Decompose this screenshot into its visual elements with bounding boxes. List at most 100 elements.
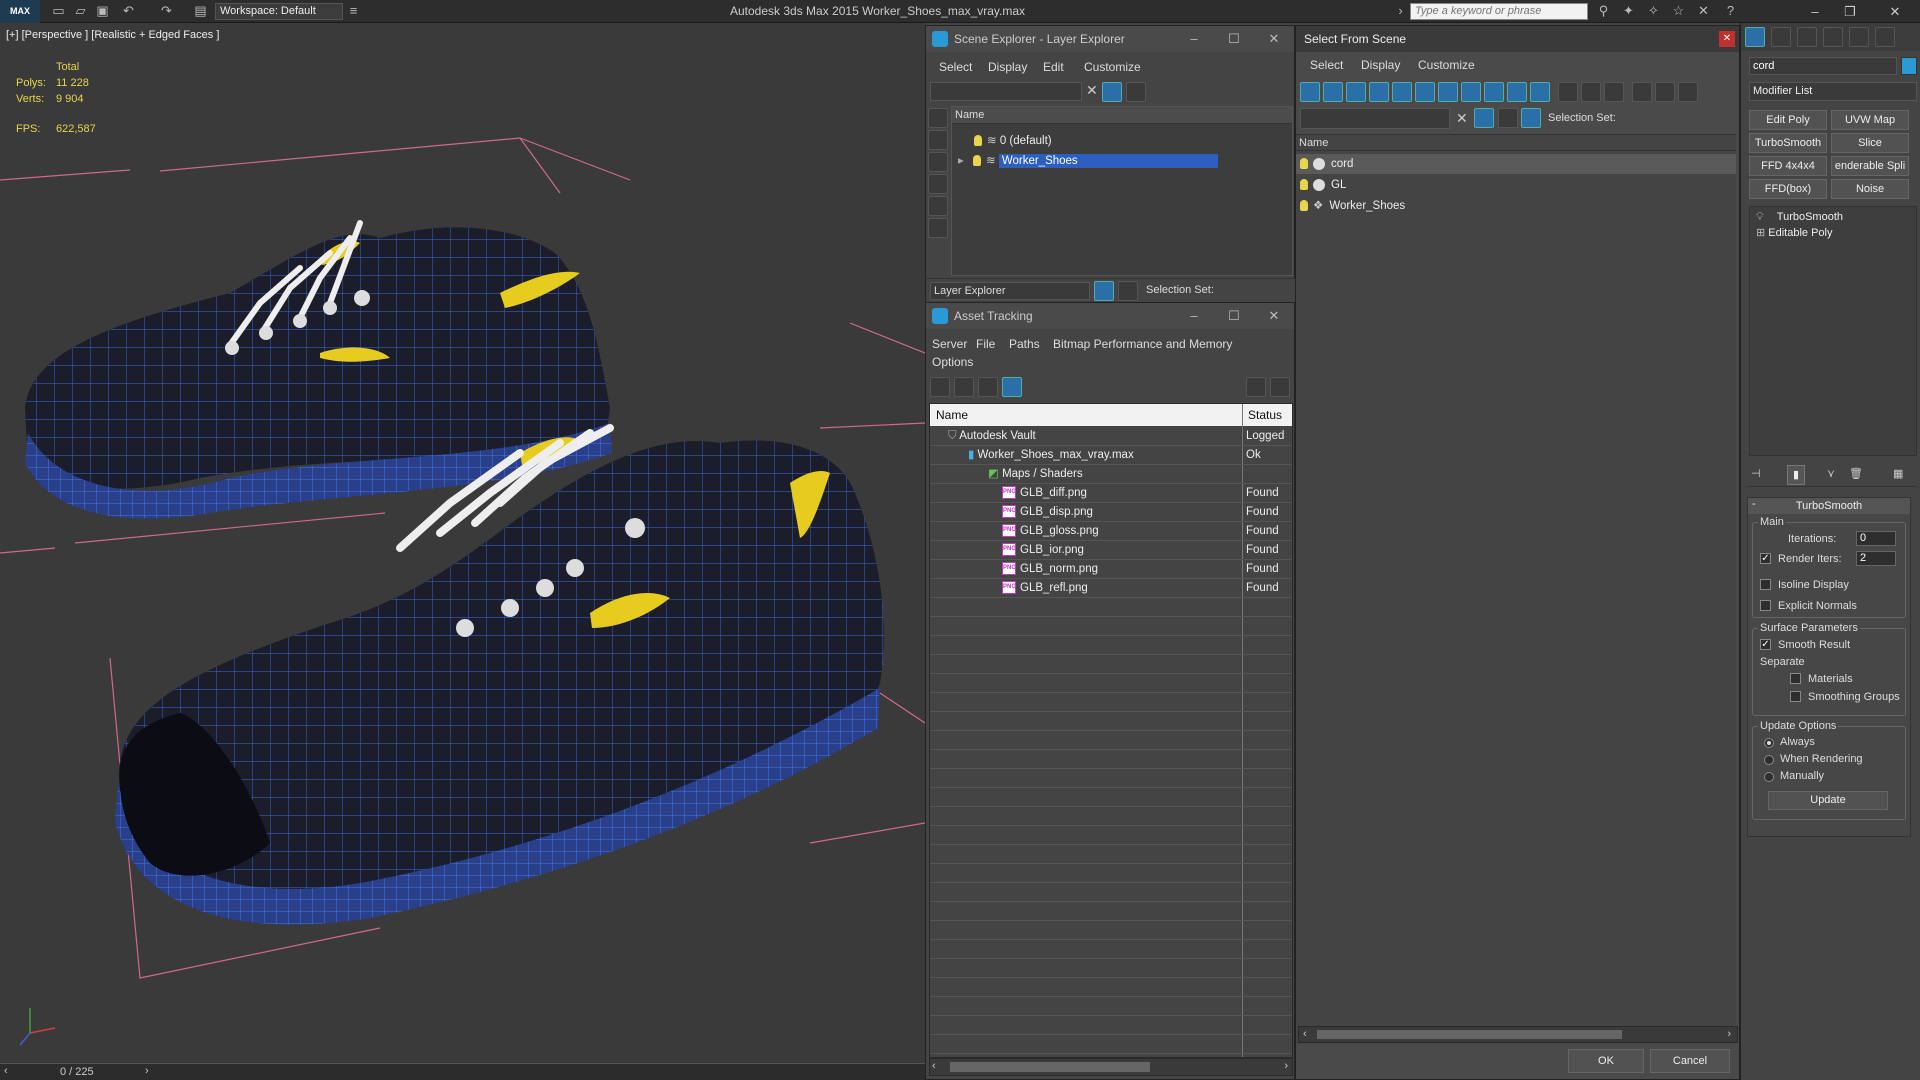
restore-icon[interactable]: ❐ bbox=[1835, 2, 1865, 21]
column-header-name[interactable]: Name bbox=[936, 408, 968, 422]
display-objects-icon[interactable] bbox=[928, 108, 948, 128]
stack-item-editable-poly[interactable]: ⊞ Editable Poly bbox=[1756, 225, 1833, 241]
display-shapes-icon[interactable] bbox=[1346, 82, 1366, 102]
menu-paths[interactable]: Paths bbox=[1009, 337, 1040, 351]
project-folder-icon[interactable]: ▤ bbox=[192, 3, 209, 19]
table-row[interactable]: PNG GLB_disp.png bbox=[1002, 502, 1093, 522]
viewport-label[interactable]: [+] [Perspective ] [Realistic + Edged Fa… bbox=[6, 29, 219, 41]
refresh-icon[interactable] bbox=[930, 377, 950, 397]
scroll-left-icon[interactable]: ‹ bbox=[932, 1060, 936, 1072]
display-geometry-icon[interactable] bbox=[928, 130, 948, 150]
table-row[interactable]: PNG GLB_norm.png bbox=[1002, 559, 1098, 579]
perspective-viewport[interactable]: [+] [Perspective ] [Realistic + Edged Fa… bbox=[0, 23, 925, 1063]
minimize-icon[interactable]: – bbox=[1800, 2, 1830, 21]
display-geometry-icon[interactable] bbox=[1323, 82, 1343, 102]
table-row[interactable]: ▮ Worker_Shoes_max_vray.max bbox=[968, 445, 1134, 465]
when-rendering-radio[interactable] bbox=[1764, 755, 1774, 765]
scroll-right-icon[interactable]: › bbox=[1284, 1060, 1288, 1072]
horizontal-scrollbar[interactable]: ‹ › bbox=[929, 1058, 1293, 1076]
list-item[interactable]: GL bbox=[1296, 175, 1736, 195]
table-row[interactable]: PNG GLB_refl.png bbox=[1002, 578, 1088, 598]
light-bulb-icon[interactable] bbox=[1300, 158, 1308, 170]
utilities-tab-icon[interactable] bbox=[1875, 27, 1895, 47]
hierarchy-tab-icon[interactable] bbox=[1797, 27, 1817, 47]
app-logo[interactable]: MAX bbox=[0, 0, 40, 23]
collapse-icon[interactable]: - bbox=[1752, 498, 1756, 510]
motion-tab-icon[interactable] bbox=[1823, 27, 1843, 47]
edit-poly-button[interactable]: Edit Poly bbox=[1749, 110, 1827, 130]
menu-select[interactable]: Select bbox=[1310, 58, 1343, 72]
stack-item-turbosmooth[interactable]: 💡︎ TurboSmooth bbox=[1756, 209, 1843, 225]
explicit-normals-checkbox[interactable] bbox=[1760, 600, 1771, 611]
display-helpers-icon[interactable] bbox=[928, 218, 948, 238]
lightbulb-icon[interactable]: 💡︎ bbox=[1756, 211, 1767, 223]
ffd-box-button[interactable]: FFD(box) bbox=[1749, 179, 1827, 199]
list-item[interactable]: cord bbox=[1296, 154, 1736, 174]
column-header-name[interactable]: Name bbox=[952, 107, 1292, 124]
list-item[interactable]: ≋ 0 (default) bbox=[952, 131, 1292, 151]
select-none-icon[interactable] bbox=[1581, 82, 1601, 102]
maximize-icon[interactable]: ☐ bbox=[1214, 26, 1254, 52]
show-end-result-icon[interactable]: ▮ bbox=[1787, 465, 1805, 485]
slice-button[interactable]: Slice bbox=[1831, 133, 1909, 153]
close-icon[interactable]: ✕ bbox=[1880, 2, 1910, 21]
always-radio[interactable] bbox=[1764, 738, 1774, 748]
select-from-scene-search-input[interactable] bbox=[1300, 108, 1450, 129]
layer-explorer-icon[interactable] bbox=[1094, 281, 1114, 301]
list-item[interactable]: ❖ Worker_Shoes bbox=[1296, 196, 1736, 216]
filter-toggle-icon[interactable] bbox=[1474, 108, 1494, 128]
horizontal-scrollbar[interactable]: ‹ › bbox=[1298, 1026, 1738, 1043]
time-prev-icon[interactable]: ‹ bbox=[4, 1065, 8, 1077]
light-bulb-icon[interactable] bbox=[1300, 179, 1308, 191]
scrollbar-thumb[interactable] bbox=[1317, 1030, 1622, 1039]
close-icon[interactable]: ✕ bbox=[1254, 303, 1294, 329]
uvw-map-button[interactable]: UVW Map bbox=[1831, 110, 1909, 130]
tree-view-icon[interactable] bbox=[978, 377, 998, 397]
close-icon[interactable]: ✕ bbox=[1719, 31, 1735, 47]
menu-options[interactable]: Options bbox=[932, 355, 973, 369]
make-unique-icon[interactable]: ⋎ bbox=[1827, 467, 1835, 480]
list-view-icon[interactable] bbox=[954, 377, 974, 397]
search-expand-icon[interactable]: › bbox=[1392, 3, 1409, 19]
time-next-icon[interactable]: › bbox=[145, 1065, 149, 1077]
layer-options-icon[interactable] bbox=[1126, 82, 1146, 102]
subscription-icon[interactable]: ✧ bbox=[1645, 3, 1662, 19]
display-lights-icon[interactable] bbox=[928, 174, 948, 194]
filter-icon[interactable] bbox=[1632, 82, 1652, 102]
display-xrefs-icon[interactable] bbox=[1484, 82, 1504, 102]
display-bones-icon[interactable] bbox=[1507, 82, 1527, 102]
menu-select[interactable]: Select bbox=[939, 60, 972, 74]
renderable-spline-button[interactable]: enderable Spli bbox=[1831, 156, 1909, 176]
time-slider[interactable]: ‹ 0 / 225 › bbox=[0, 1063, 925, 1080]
iterations-spinner[interactable]: 0 bbox=[1856, 531, 1896, 546]
undo-icon[interactable]: ↶ bbox=[120, 3, 137, 19]
display-cameras-icon[interactable] bbox=[1392, 82, 1412, 102]
menu-edit[interactable]: Edit bbox=[1043, 60, 1064, 74]
table-row[interactable]: PNG GLB_gloss.png bbox=[1002, 521, 1099, 541]
menu-customize[interactable]: Customize bbox=[1418, 58, 1475, 72]
rollout-title[interactable]: TurboSmooth bbox=[1748, 498, 1910, 514]
expand-icon[interactable]: ⊞ bbox=[1756, 227, 1768, 239]
asset-tracking-title[interactable]: Asset Tracking – ☐ ✕ bbox=[926, 303, 1294, 329]
menu-display[interactable]: Display bbox=[1361, 58, 1400, 72]
layer-icon[interactable] bbox=[1498, 108, 1518, 128]
expand-icon[interactable]: ▸ bbox=[958, 155, 964, 167]
select-all-icon[interactable] bbox=[1558, 82, 1578, 102]
materials-checkbox[interactable] bbox=[1790, 673, 1801, 684]
display-tab-icon[interactable] bbox=[1849, 27, 1869, 47]
ok-button[interactable]: OK bbox=[1568, 1049, 1644, 1073]
help-icon[interactable] bbox=[1246, 377, 1266, 397]
menu-file[interactable]: File bbox=[976, 337, 995, 351]
explorer-type-dropdown[interactable]: Layer Explorer bbox=[930, 282, 1090, 300]
clear-search-icon[interactable]: ✕ bbox=[1456, 110, 1468, 127]
options-icon[interactable] bbox=[1270, 377, 1290, 397]
close-icon[interactable]: ✕ bbox=[1254, 26, 1294, 52]
modifier-list-dropdown[interactable]: Modifier List bbox=[1749, 82, 1917, 101]
menu-bitmap-performance[interactable]: Bitmap Performance and Memory bbox=[1053, 337, 1232, 351]
select-invert-icon[interactable] bbox=[1604, 82, 1624, 102]
smoothing-groups-checkbox[interactable] bbox=[1790, 691, 1801, 702]
display-helpers-icon[interactable] bbox=[1415, 82, 1435, 102]
menu-customize[interactable]: Customize bbox=[1084, 60, 1141, 74]
remove-modifier-icon[interactable]: 🗑︎ bbox=[1849, 467, 1863, 480]
scroll-right-icon[interactable]: › bbox=[1727, 1028, 1731, 1040]
